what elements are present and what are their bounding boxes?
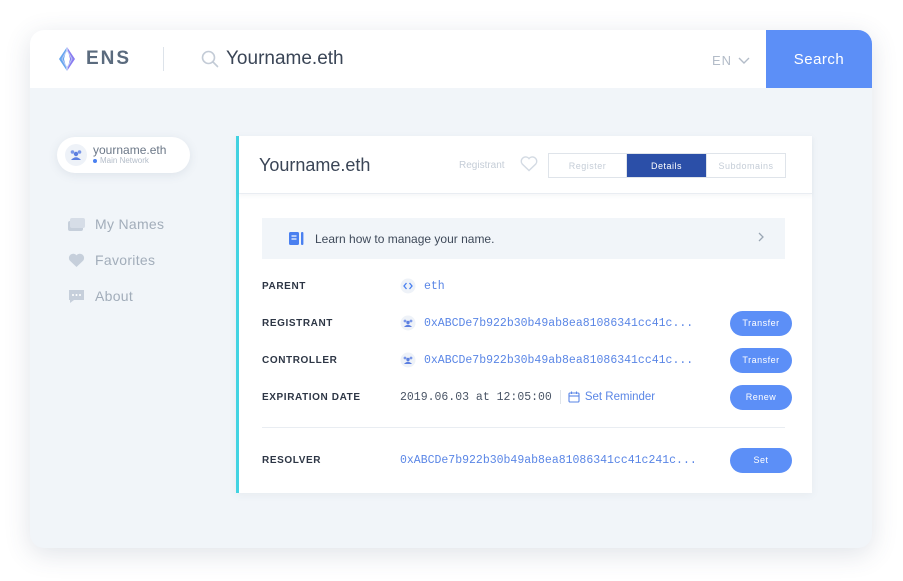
language-selector[interactable]: EN <box>712 53 750 68</box>
ens-diamond-icon <box>59 47 75 71</box>
field-label: PARENT <box>262 280 306 292</box>
header-divider <box>163 47 164 71</box>
calendar-icon <box>568 391 580 403</box>
page-title: Yourname.eth <box>259 155 371 175</box>
name-details-panel: Yourname.eth Registrant Register Details… <box>236 136 812 493</box>
code-brackets-icon <box>400 278 416 294</box>
chevron-right-icon <box>758 232 764 242</box>
avatar <box>65 144 87 166</box>
field-label: CONTROLLER <box>262 354 338 366</box>
parent-row: PARENT eth <box>262 273 792 299</box>
sidebar-nav: My Names Favorites About <box>68 206 164 314</box>
registrant-row: REGISTRANT 0xABCDe7b922b30b49ab8ea810863… <box>262 310 792 336</box>
account-badge[interactable]: yourname.eth Main Network <box>57 137 190 173</box>
parent-link[interactable]: eth <box>424 280 724 293</box>
set-reminder-link[interactable]: Set Reminder <box>559 390 656 404</box>
set-reminder-label: Set Reminder <box>584 391 656 403</box>
account-name: yourname.eth <box>93 143 167 157</box>
app-window: ENS EN Search yourname.eth <box>30 30 872 548</box>
field-label: RESOLVER <box>262 454 322 466</box>
book-icon <box>289 232 304 245</box>
sidebar-item-label: Favorites <box>95 252 156 268</box>
heart-icon <box>68 253 85 267</box>
transfer-registrant-button[interactable]: Transfer <box>730 310 792 336</box>
panel-header: Yourname.eth Registrant Register Details… <box>239 136 812 194</box>
field-label: REGISTRANT <box>262 317 333 329</box>
banner-text: Learn how to manage your name. <box>315 231 495 246</box>
registrant-address-link[interactable]: 0xABCDe7b922b30b49ab8ea81086341cc41c... <box>424 317 724 330</box>
controller-address-link[interactable]: 0xABCDe7b922b30b49ab8ea81086341cc41c... <box>424 354 724 367</box>
chevron-down-icon <box>738 57 750 64</box>
user-group-icon <box>400 352 416 368</box>
tab-details[interactable]: Details <box>627 154 707 177</box>
user-group-icon <box>400 315 416 331</box>
language-label: EN <box>712 53 733 68</box>
network-status: Main Network <box>93 156 166 166</box>
section-divider <box>262 427 785 428</box>
logo-text: ENS <box>86 48 132 69</box>
sidebar-item-label: About <box>95 288 134 304</box>
expiration-date: 2019.06.03 at 12:05:00 <box>400 390 552 404</box>
network-label: Main Network <box>100 156 149 165</box>
wallet-icon <box>68 217 85 231</box>
ens-logo[interactable]: ENS <box>56 46 131 72</box>
top-bar: ENS EN Search <box>30 30 872 88</box>
tab-register[interactable]: Register <box>549 154 627 177</box>
tab-subdomains[interactable]: Subdomains <box>707 154 785 177</box>
user-group-icon <box>70 150 82 160</box>
chat-icon <box>69 289 84 303</box>
network-dot-icon <box>93 159 97 163</box>
sidebar-item-my-names[interactable]: My Names <box>68 206 164 242</box>
search-input[interactable] <box>226 44 656 74</box>
resolver-address-link[interactable]: 0xABCDe7b922b30b49ab8ea81086341cc41c241c… <box>400 454 710 467</box>
expiration-row: EXPIRATION DATE 2019.06.03 at 12:05:00 S… <box>262 384 792 410</box>
tab-group: Register Details Subdomains <box>548 153 786 178</box>
set-resolver-button[interactable]: Set <box>730 447 792 473</box>
favorite-heart-icon[interactable] <box>520 156 538 172</box>
resolver-row: RESOLVER 0xABCDe7b922b30b49ab8ea81086341… <box>262 447 792 473</box>
sidebar-item-favorites[interactable]: Favorites <box>68 242 164 278</box>
transfer-controller-button[interactable]: Transfer <box>730 347 792 373</box>
sidebar-item-label: My Names <box>95 216 165 232</box>
field-label: EXPIRATION DATE <box>262 391 361 403</box>
controller-row: CONTROLLER 0xABCDe7b922b30b49ab8ea810863… <box>262 347 792 373</box>
registrant-label: Registrant <box>459 160 505 171</box>
manage-name-banner[interactable]: Learn how to manage your name. <box>262 218 785 259</box>
sidebar-item-about[interactable]: About <box>68 278 164 314</box>
renew-button[interactable]: Renew <box>730 384 792 410</box>
search-button[interactable]: Search <box>766 30 872 88</box>
search-icon <box>201 50 219 68</box>
